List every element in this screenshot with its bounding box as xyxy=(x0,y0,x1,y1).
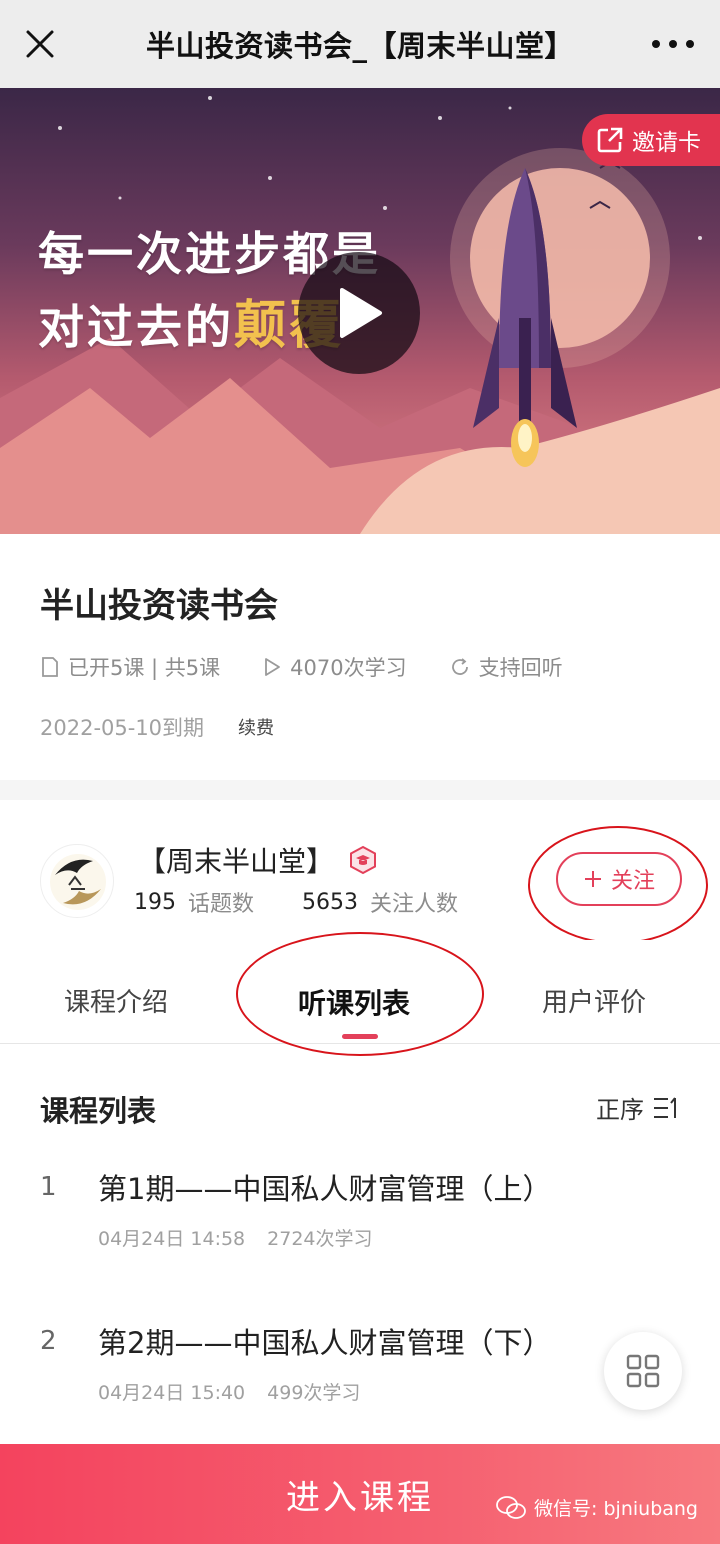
renew-button[interactable]: 续费 xyxy=(238,714,274,740)
sort-order-label: 正序 xyxy=(596,1096,644,1124)
sort-order-button[interactable]: 正序 xyxy=(596,1090,680,1125)
study-count-text: 4070次学习 xyxy=(290,656,407,680)
active-tab-indicator xyxy=(342,1034,378,1039)
invite-card-label: 邀请卡 xyxy=(632,130,701,156)
wechat-watermark: 微信号: bjniubang xyxy=(496,1494,698,1521)
replay-text: 支持回听 xyxy=(478,656,563,680)
course-banner[interactable]: 每一次进步都是 对过去的颠覆 邀请卡 xyxy=(0,88,720,534)
more-options-icon[interactable] xyxy=(652,30,694,58)
grid-icon xyxy=(626,1354,660,1388)
expire-date: 2022-05-10到期 xyxy=(40,716,205,740)
author-name[interactable]: 【周末半山堂】 xyxy=(138,840,334,880)
course-meta: 已开5课 | 共5课 4070次学习 支持回听 xyxy=(40,652,605,682)
plus-icon xyxy=(584,871,601,887)
replay-icon xyxy=(451,658,468,675)
author-section: 【周末半山堂】 195 话题数 5653 关注人数 关注 xyxy=(0,800,720,940)
expire-row: 2022-05-10到期 续费 xyxy=(40,712,274,742)
author-stats: 195 话题数 5653 关注人数 xyxy=(134,886,506,918)
follow-label: 关注 xyxy=(610,869,655,894)
lesson-title: 第1期——中国私人财富管理（上） xyxy=(98,1172,552,1206)
lesson-meta: 04月24日 14:58 2724次学习 xyxy=(98,1224,373,1251)
lessons-status-text: 已开5课 | 共5课 xyxy=(68,656,221,680)
list-heading: 课程列表 xyxy=(40,1094,157,1128)
author-name-row: 【周末半山堂】 xyxy=(138,840,378,880)
certified-badge-icon xyxy=(350,845,377,875)
course-page: 半山投资读书会_【周末半山堂】 每一次进步都是 对过去的颠覆 邀请卡 半山投资读… xyxy=(0,0,720,1544)
wechat-icon xyxy=(496,1495,526,1519)
tab-user-reviews[interactable]: 用户评价 xyxy=(542,982,646,1019)
follow-button[interactable]: 关注 xyxy=(556,852,682,906)
tab-bar: 课程介绍 听课列表 用户评价 xyxy=(0,940,720,1044)
document-icon xyxy=(42,657,58,677)
banner-headline-prefix: 对过去的 xyxy=(38,300,234,354)
study-count: 4070次学习 xyxy=(262,652,407,682)
lesson-time: 04月24日 15:40 xyxy=(98,1382,246,1404)
lesson-meta: 04月24日 15:40 499次学习 xyxy=(98,1378,360,1405)
share-icon xyxy=(597,127,623,153)
followers-count: 5653 xyxy=(302,889,359,915)
followers-label: 关注人数 xyxy=(370,892,459,917)
sort-icon xyxy=(654,1096,676,1118)
topics-count: 195 xyxy=(134,889,176,915)
grid-menu-button[interactable] xyxy=(604,1332,682,1410)
avatar[interactable] xyxy=(40,844,114,918)
tab-course-intro[interactable]: 课程介绍 xyxy=(64,982,168,1019)
divider xyxy=(0,780,720,800)
lesson-number: 1 xyxy=(40,1172,57,1202)
replay-support: 支持回听 xyxy=(449,652,563,682)
course-info: 半山投资读书会 已开5课 | 共5课 4070次学习 支持回听 2022-05-… xyxy=(0,534,720,780)
course-title: 半山投资读书会 xyxy=(40,586,278,626)
enter-course-label: 进入课程 xyxy=(286,1477,434,1518)
play-icon xyxy=(340,288,382,338)
page-title: 半山投资读书会_【周末半山堂】 xyxy=(145,29,574,63)
topics-label: 话题数 xyxy=(188,892,255,917)
invite-card-button[interactable]: 邀请卡 xyxy=(582,114,720,166)
play-outline-icon xyxy=(265,658,281,676)
play-button[interactable] xyxy=(298,252,420,374)
top-bar: 半山投资读书会_【周末半山堂】 xyxy=(0,0,720,88)
lesson-count: 2724次学习 xyxy=(267,1228,373,1250)
lesson-time: 04月24日 14:58 xyxy=(98,1228,246,1250)
lesson-number: 2 xyxy=(40,1326,57,1356)
close-icon[interactable] xyxy=(20,24,60,64)
lesson-title: 第2期——中国私人财富管理（下） xyxy=(98,1326,552,1360)
tab-lesson-list[interactable]: 听课列表 xyxy=(298,982,410,1022)
watermark-text: 微信号: bjniubang xyxy=(534,1498,698,1520)
lesson-count: 499次学习 xyxy=(267,1382,361,1404)
list-item[interactable]: 1 第1期——中国私人财富管理（上） 04月24日 14:58 2724次学习 xyxy=(0,1172,720,1322)
lessons-status: 已开5课 | 共5课 xyxy=(40,652,220,682)
